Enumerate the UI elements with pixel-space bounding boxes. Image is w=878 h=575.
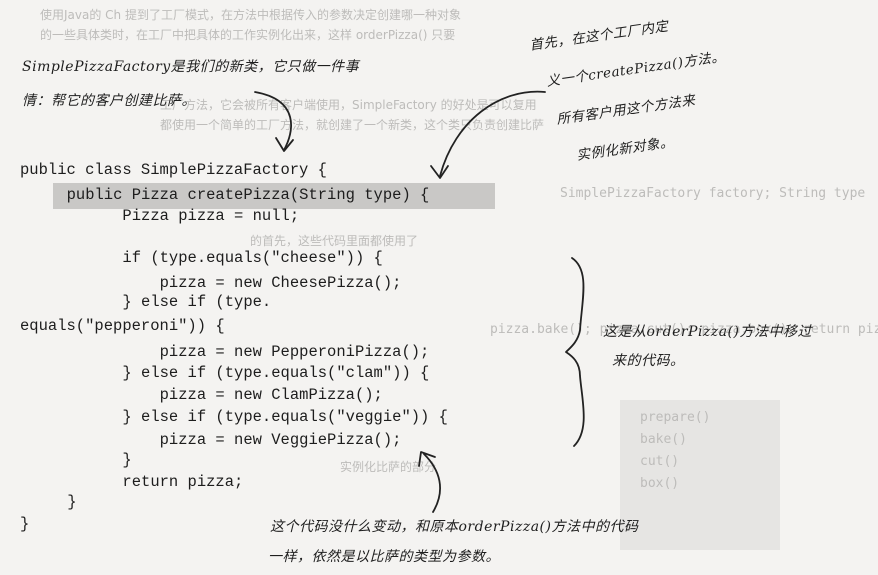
arrow-to-create-pizza-head bbox=[430, 165, 449, 179]
annotation-arrows bbox=[254, 90, 585, 513]
arrow-to-unchanged-code bbox=[423, 453, 441, 513]
moved-code-brace bbox=[565, 257, 585, 447]
arrow-to-class-name-head bbox=[275, 137, 294, 152]
arrow-to-class-name bbox=[254, 91, 292, 151]
arrow-to-create-pizza bbox=[439, 90, 546, 177]
